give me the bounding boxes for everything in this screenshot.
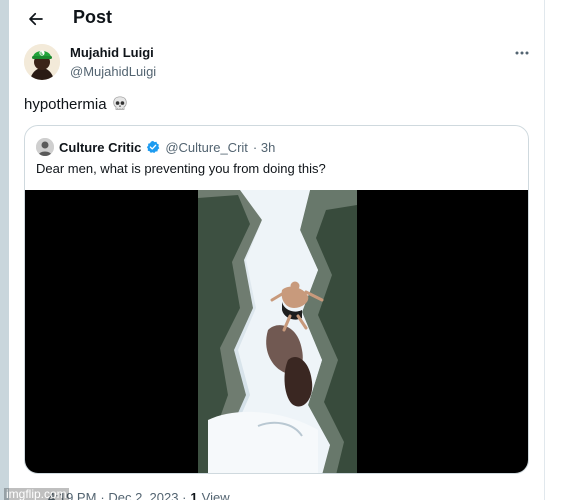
verified-badge-icon — [147, 140, 160, 154]
views-label: View — [201, 490, 230, 500]
quoted-post-card[interactable]: Culture Critic @Culture_Crit · 3h Dear m… — [24, 125, 529, 474]
more-horizontal-icon — [515, 51, 529, 55]
left-window-strip — [0, 0, 9, 500]
views-count: 1 — [190, 490, 198, 500]
post-date: · Dec 2, 2023 · — [100, 490, 187, 500]
back-button[interactable] — [23, 6, 49, 32]
video-player[interactable] — [25, 190, 528, 473]
quoted-post-time: · 3h — [252, 139, 276, 155]
author-handle[interactable]: @MujahidLuigi — [70, 64, 156, 79]
post-body: hypothermia — [24, 95, 129, 113]
author-name[interactable]: Mujahid Luigi — [70, 45, 154, 60]
column-divider — [544, 0, 545, 500]
post-meta: 4:19 PM · Dec 2, 2023 · 1 View imgflip.c… — [0, 488, 300, 500]
quoted-author-handle[interactable]: @Culture_Crit — [165, 140, 248, 155]
author-avatar[interactable] — [24, 44, 60, 80]
quoted-post-text: Dear men, what is preventing you from do… — [36, 161, 326, 176]
quoted-post-header: Culture Critic @Culture_Crit · 3h — [36, 138, 275, 156]
more-options-button[interactable] — [512, 44, 532, 62]
post-header: Post — [9, 0, 544, 38]
quoted-author-name[interactable]: Culture Critic — [59, 140, 141, 155]
quoted-author-avatar[interactable] — [36, 138, 54, 156]
watermark-text: imgflip.com — [4, 488, 69, 500]
skull-icon — [112, 96, 127, 110]
post-text: hypothermia — [24, 95, 107, 113]
page-title: Post — [73, 7, 113, 27]
arrow-left-icon — [29, 12, 43, 26]
post-timestamp: 4:19 PM · Dec 2, 2023 · 1 View — [48, 490, 230, 500]
video-frame — [198, 190, 357, 473]
